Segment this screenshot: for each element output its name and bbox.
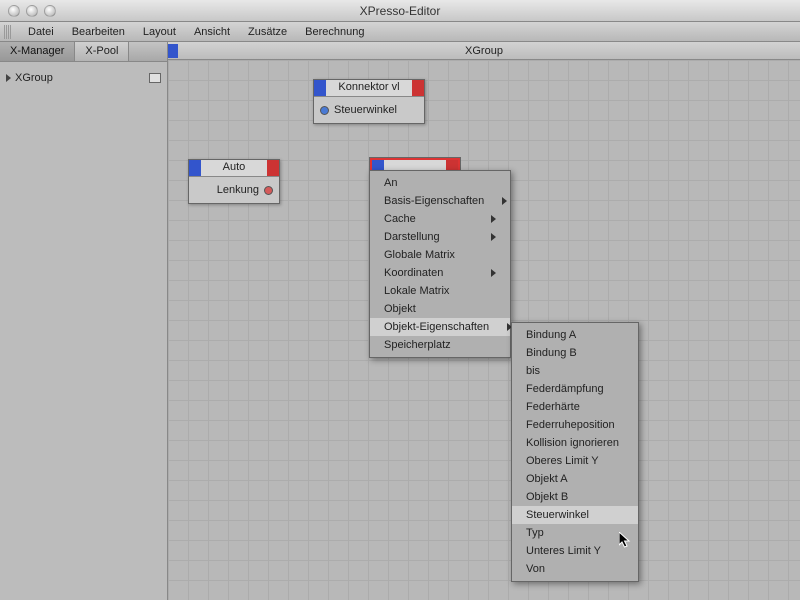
context-menu-item[interactable]: Objekt (370, 300, 510, 318)
port-steuerwinkel-in[interactable]: Steuerwinkel (320, 101, 418, 119)
submenu-arrow-icon (502, 197, 507, 205)
node-title: Konnektor vl (326, 80, 412, 96)
menu-zusaetze[interactable]: Zusätze (240, 24, 295, 40)
context-menu-item[interactable]: Lokale Matrix (370, 282, 510, 300)
context-menu-item[interactable]: Objekt A (512, 470, 638, 488)
submenu-arrow-icon (491, 233, 496, 241)
tree-row-xgroup[interactable]: XGroup (6, 70, 161, 86)
menubar-grip-icon (4, 25, 12, 39)
port-dot-icon[interactable] (320, 106, 329, 115)
menu-datei[interactable]: Datei (20, 24, 62, 40)
context-menu-secondary: Bindung ABindung BbisFederdämpfungFederh… (511, 322, 639, 582)
canvas-title: XGroup (465, 45, 503, 57)
port-lenkung-out[interactable]: Lenkung (195, 181, 273, 199)
context-menu-primary: AnBasis-EigenschaftenCacheDarstellungGlo… (369, 170, 511, 358)
context-menu-item[interactable]: Cache (370, 210, 510, 228)
context-menu-item[interactable]: Darstellung (370, 228, 510, 246)
node-output-bar-icon[interactable] (267, 160, 279, 176)
sidebar-tabs: X-Manager X-Pool (0, 42, 167, 62)
context-menu-item[interactable]: Federdämpfung (512, 380, 638, 398)
context-menu-item[interactable]: Kollision ignorieren (512, 434, 638, 452)
context-menu-item[interactable]: Bindung B (512, 344, 638, 362)
context-menu-item[interactable]: bis (512, 362, 638, 380)
zoom-icon[interactable] (44, 5, 56, 17)
context-menu-item[interactable]: Objekt B (512, 488, 638, 506)
tree-item-icon (149, 73, 161, 83)
context-menu-item[interactable]: Globale Matrix (370, 246, 510, 264)
canvas-header: XGroup (168, 42, 800, 60)
node-canvas[interactable]: Konnektor vl Steuerwinkel Auto (168, 60, 800, 600)
menu-berechnung[interactable]: Berechnung (297, 24, 372, 40)
context-menu-item[interactable]: Basis-Eigenschaften (370, 192, 510, 210)
context-menu-item[interactable]: An (370, 174, 510, 192)
node-input-bar-icon[interactable] (314, 80, 326, 96)
context-menu-item[interactable]: Koordinaten (370, 264, 510, 282)
menubar: Datei Bearbeiten Layout Ansicht Zusätze … (0, 22, 800, 42)
context-menu-item[interactable]: Unteres Limit Y (512, 542, 638, 560)
menu-layout[interactable]: Layout (135, 24, 184, 40)
submenu-arrow-icon (491, 215, 496, 223)
context-menu-item[interactable]: Federruheposition (512, 416, 638, 434)
node-title: Auto (201, 160, 267, 176)
tab-x-manager[interactable]: X-Manager (0, 42, 75, 61)
context-menu-item[interactable]: Oberes Limit Y (512, 452, 638, 470)
traffic-lights (8, 5, 56, 17)
port-label: Steuerwinkel (334, 104, 397, 116)
window-title: XPresso-Editor (360, 4, 441, 18)
context-menu-item[interactable]: Typ (512, 524, 638, 542)
context-menu-item[interactable]: Speicherplatz (370, 336, 510, 354)
submenu-arrow-icon (491, 269, 496, 277)
node-konnektor-vl[interactable]: Konnektor vl Steuerwinkel (313, 79, 425, 124)
context-menu-item[interactable]: Federhärte (512, 398, 638, 416)
tab-x-pool[interactable]: X-Pool (75, 42, 129, 61)
context-menu-item[interactable]: Bindung A (512, 326, 638, 344)
window-titlebar: XPresso-Editor (0, 0, 800, 22)
minimize-icon[interactable] (26, 5, 38, 17)
node-output-bar-icon[interactable] (412, 80, 424, 96)
node-input-bar-icon[interactable] (189, 160, 201, 176)
context-menu-item[interactable]: Von (512, 560, 638, 578)
menu-bearbeiten[interactable]: Bearbeiten (64, 24, 133, 40)
context-menu-item[interactable]: Objekt-Eigenschaften (370, 318, 510, 336)
canvas-header-chip-icon (168, 44, 178, 58)
tree-label: XGroup (15, 72, 53, 84)
close-icon[interactable] (8, 5, 20, 17)
disclosure-triangle-icon[interactable] (6, 74, 11, 82)
context-menu-item[interactable]: Steuerwinkel (512, 506, 638, 524)
sidebar: X-Manager X-Pool XGroup (0, 42, 168, 600)
port-label: Lenkung (217, 184, 259, 196)
node-auto[interactable]: Auto Lenkung (188, 159, 280, 204)
menu-ansicht[interactable]: Ansicht (186, 24, 238, 40)
port-dot-icon[interactable] (264, 186, 273, 195)
